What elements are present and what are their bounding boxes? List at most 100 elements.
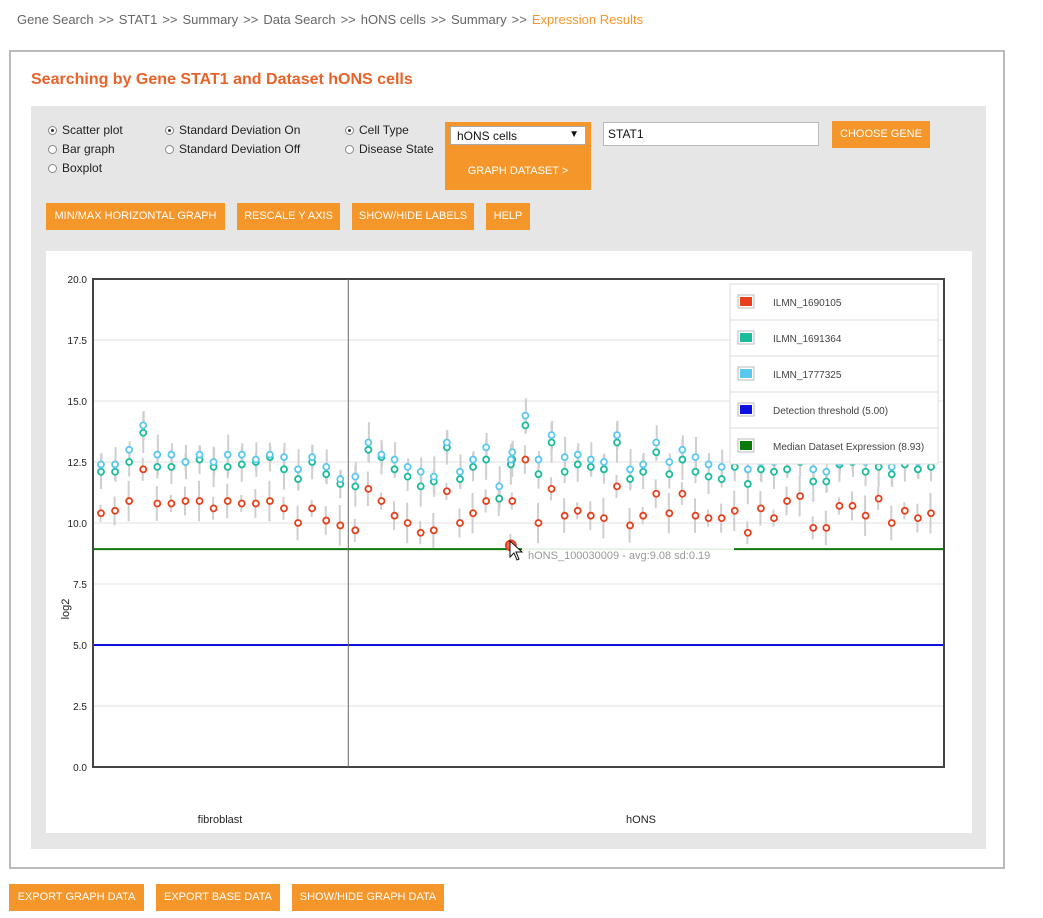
show-hide-graph-data-button[interactable]: SHOW/HIDE GRAPH DATA (292, 884, 444, 911)
data-point[interactable] (691, 511, 700, 520)
data-point[interactable] (495, 494, 504, 503)
data-point[interactable] (125, 458, 134, 466)
data-point[interactable] (322, 470, 331, 479)
data-point[interactable] (280, 504, 288, 513)
data-point[interactable] (743, 528, 752, 537)
data-point[interactable] (416, 528, 425, 537)
chevron-down-icon[interactable]: ▼ (569, 129, 579, 140)
data-point[interactable] (874, 462, 883, 471)
dataset-select[interactable]: hONS cells ▼ (450, 126, 586, 145)
data-point[interactable] (139, 465, 148, 474)
data-point[interactable] (456, 475, 464, 483)
data-point[interactable] (153, 462, 162, 471)
show-hide-labels-button[interactable]: SHOW/HIDE LABELS (352, 203, 474, 230)
data-point[interactable] (97, 509, 105, 518)
data-point[interactable] (237, 499, 246, 508)
data-point[interactable] (266, 497, 274, 505)
data-point[interactable] (560, 511, 569, 520)
data-point[interactable] (757, 465, 765, 474)
data-point[interactable] (887, 462, 896, 471)
data-point[interactable] (508, 448, 517, 457)
data-point[interactable] (861, 511, 870, 520)
data-point[interactable] (809, 477, 818, 486)
data-point[interactable] (547, 438, 556, 447)
data-point[interactable] (534, 470, 543, 479)
data-point[interactable] (900, 506, 909, 515)
data-point[interactable] (390, 465, 399, 474)
data-point[interactable] (861, 467, 870, 476)
data-point[interactable] (223, 497, 232, 505)
data-point[interactable] (377, 450, 386, 459)
data-point[interactable] (665, 470, 674, 479)
data-point[interactable] (613, 438, 621, 447)
data-point[interactable] (573, 450, 582, 459)
data-point[interactable] (416, 467, 425, 476)
data-point[interactable] (704, 514, 713, 523)
data-point[interactable] (508, 497, 517, 505)
data-point[interactable] (613, 482, 621, 491)
data-point[interactable] (336, 475, 345, 483)
breadcrumb-item[interactable]: STAT1 (119, 12, 158, 27)
data-point[interactable] (704, 460, 713, 469)
graph-dataset-button[interactable]: GRAPH DATASET > (445, 165, 591, 177)
data-point[interactable] (442, 487, 451, 496)
data-point[interactable] (914, 514, 922, 523)
data-point[interactable] (294, 475, 302, 483)
data-point[interactable] (887, 470, 896, 479)
data-point[interactable] (251, 499, 260, 508)
data-point[interactable] (639, 467, 648, 476)
data-point[interactable] (743, 465, 752, 474)
data-point[interactable] (770, 467, 778, 476)
data-point[interactable] (223, 462, 232, 471)
data-point[interactable] (429, 472, 438, 481)
radio-std-dev-off[interactable]: Standard Deviation Off (165, 142, 300, 156)
radio-std-dev-on[interactable]: Standard Deviation On (165, 123, 300, 137)
data-point[interactable] (403, 462, 412, 471)
data-point[interactable] (97, 467, 105, 476)
data-point[interactable] (809, 465, 818, 474)
data-point[interactable] (573, 506, 582, 515)
gene-input[interactable]: STAT1 (603, 122, 819, 146)
data-point[interactable] (167, 499, 176, 508)
rescale-y-axis-button[interactable]: RESCALE Y AXIS (237, 203, 340, 230)
data-point[interactable] (139, 428, 148, 437)
data-point[interactable] (848, 502, 857, 510)
data-point[interactable] (294, 519, 302, 527)
data-point[interactable] (652, 448, 661, 457)
breadcrumb-item[interactable]: Gene Search (17, 12, 94, 27)
data-point[interactable] (181, 497, 190, 505)
data-point[interactable] (639, 511, 648, 520)
data-point[interactable] (237, 450, 246, 459)
data-point[interactable] (652, 489, 661, 498)
data-point[interactable] (521, 411, 530, 420)
data-point[interactable] (322, 462, 331, 471)
data-point[interactable] (783, 465, 791, 474)
data-point[interactable] (351, 526, 360, 535)
radio-dot[interactable] (345, 125, 354, 135)
radio-bar-graph[interactable]: Bar graph (48, 142, 115, 156)
data-point[interactable] (887, 519, 896, 527)
data-point[interactable] (730, 506, 739, 515)
data-point[interactable] (809, 523, 818, 532)
data-point[interactable] (336, 521, 345, 530)
radio-cell-type[interactable]: Cell Type (345, 123, 409, 137)
data-point[interactable] (573, 460, 582, 469)
data-point[interactable] (266, 450, 274, 459)
data-point[interactable] (469, 509, 477, 518)
data-point[interactable] (560, 453, 569, 462)
data-point[interactable] (251, 455, 260, 464)
data-point[interactable] (586, 462, 595, 471)
data-point[interactable] (927, 462, 935, 471)
data-point[interactable] (153, 499, 162, 508)
data-point[interactable] (730, 462, 739, 471)
data-point[interactable] (822, 477, 831, 486)
data-point[interactable] (390, 455, 399, 464)
radio-dot[interactable] (48, 144, 57, 154)
minmax-horizontal-graph-button[interactable]: MIN/MAX HORIZONTAL GRAPH (46, 203, 225, 230)
data-point[interactable] (717, 514, 726, 523)
data-point[interactable] (456, 467, 464, 476)
breadcrumb-item[interactable]: Data Search (263, 12, 335, 27)
data-point[interactable] (482, 497, 491, 505)
data-point[interactable] (403, 519, 412, 527)
breadcrumb-item[interactable]: Summary (183, 12, 239, 27)
